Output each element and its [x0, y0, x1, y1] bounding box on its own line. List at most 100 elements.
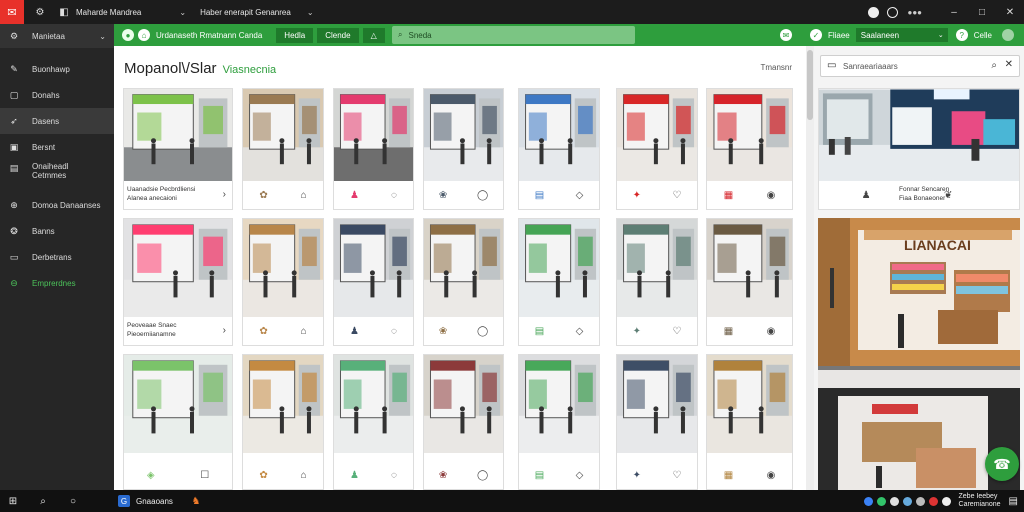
favorite-icon[interactable]: ⌂	[301, 326, 307, 337]
favorite-icon[interactable]: ☐	[200, 470, 209, 481]
image-card[interactable]: ▤ ◇	[518, 218, 600, 346]
sidebar-item-header[interactable]: ⚙ Manietaa ⌄	[0, 24, 114, 48]
view-select[interactable]: Saalaneen ⌄	[855, 28, 948, 42]
toolbar-right-label-2[interactable]: Celle	[974, 31, 992, 40]
image-card[interactable]: ❀ ◯	[423, 354, 504, 490]
sync-icon[interactable]	[902, 496, 912, 506]
tab-title-1[interactable]: Maharde Mandrea	[76, 8, 141, 17]
favorite-icon[interactable]: ◉	[767, 190, 776, 201]
favorite-icon[interactable]: ◇	[576, 326, 584, 337]
app-logo[interactable]: ✉	[0, 0, 24, 24]
close-icon[interactable]: ✕	[996, 7, 1024, 18]
image-card[interactable]: ♟ ◌	[333, 218, 414, 346]
favorite-icon[interactable]: ♡	[672, 326, 681, 337]
tab-title-2[interactable]: Haber enerapit Genanrea	[200, 8, 291, 17]
image-card[interactable]: ◈ ☐	[123, 354, 233, 490]
image-card[interactable]: ♟ ◌	[333, 88, 414, 210]
avatar[interactable]	[1002, 29, 1014, 41]
image-card[interactable]: ✿ ⌂	[242, 218, 324, 346]
close-icon[interactable]: ✕	[1005, 59, 1013, 70]
record-icon[interactable]	[867, 6, 879, 18]
favorite-icon[interactable]: ◉	[767, 470, 776, 481]
windows-start-icon[interactable]: ⊞	[6, 494, 20, 508]
chevron-down-icon[interactable]: ⌄	[179, 8, 186, 17]
image-card[interactable]: ▤ ◇	[518, 354, 600, 490]
chevron-down-icon[interactable]: ⌄	[99, 32, 106, 41]
check-icon[interactable]: ✓	[809, 29, 822, 41]
image-card[interactable]: ✦ ♡	[616, 354, 698, 490]
image-card[interactable]: ▦ ◉	[706, 218, 793, 346]
scrollbar[interactable]	[806, 46, 814, 490]
maximize-icon[interactable]: □	[968, 7, 996, 18]
image-card[interactable]: ✿ ⌂	[242, 88, 324, 210]
alert-icon[interactable]	[928, 496, 938, 506]
favorite-icon[interactable]: ◌	[391, 190, 397, 201]
help-icon[interactable]: ?	[955, 29, 968, 41]
minimize-icon[interactable]: –	[940, 7, 968, 18]
image-card[interactable]: ✿ ⌂	[242, 354, 324, 490]
favorite-icon[interactable]: ◌	[391, 470, 397, 481]
image-card[interactable]: ✦ ♡	[616, 88, 698, 210]
image-card[interactable]: ❀ ◯	[423, 88, 504, 210]
sidebar-item[interactable]: ⊖ Emprerdnes	[0, 270, 114, 296]
favorite-icon[interactable]: ◯	[477, 326, 488, 337]
search-icon[interactable]: ⌕	[36, 494, 50, 508]
sidebar-item[interactable]: ▭ Derbetrans	[0, 244, 114, 270]
image-card[interactable]: ❀ ◯	[423, 218, 504, 346]
network-icon[interactable]	[863, 496, 873, 506]
fox-icon[interactable]: ♞	[189, 494, 203, 508]
notification-icon[interactable]: ▤	[1009, 496, 1018, 507]
favorite-icon[interactable]: ♡	[672, 470, 681, 481]
panel-search-input[interactable]: ▭ Sanraeariaaars ⌕ ✕	[820, 55, 1020, 77]
image-card[interactable]: ♟ ◌	[333, 354, 414, 490]
search-input[interactable]: ⌕ Sneda	[392, 26, 635, 44]
image-card[interactable]: ▦ ◉	[706, 88, 793, 210]
favorite-icon[interactable]: ⌂	[301, 470, 307, 481]
bookmark-icon[interactable]: ◧	[58, 6, 70, 18]
toolbar-button-2[interactable]: Clende	[317, 27, 359, 43]
sidebar-item[interactable]: ▤ Onaiheadl Cetmmes	[0, 160, 114, 184]
sidebar-item[interactable]: ▢ Donahs	[0, 82, 114, 108]
chevron-right-icon[interactable]: ›	[223, 189, 226, 200]
image-card[interactable]: Uaanadsie Pecbrdliensi Alanea anecaioni ›	[123, 88, 233, 210]
chevron-down-icon[interactable]: ⌄	[307, 8, 314, 17]
toolbar-right-label[interactable]: Fliaee	[828, 31, 850, 40]
chat-icon[interactable]: ✉	[779, 29, 792, 41]
sidebar-item[interactable]: ✎ Buonhawp	[0, 56, 114, 82]
home-icon[interactable]: ⌂	[138, 29, 150, 41]
image-card[interactable]: ✦ ♡	[616, 218, 698, 346]
green-icon[interactable]	[876, 496, 886, 506]
battery-icon[interactable]	[941, 496, 951, 506]
user-name[interactable]: ●●●	[908, 8, 923, 17]
favorite-icon[interactable]: ◯	[477, 470, 488, 481]
taskbar-app[interactable]: G Gnaaoans	[118, 495, 173, 507]
sidebar-item[interactable]: ⊕ Domoa Danaanses	[0, 192, 114, 218]
favorite-icon[interactable]: ◇	[576, 470, 584, 481]
clock-icon[interactable]	[886, 6, 898, 18]
favorite-icon[interactable]: ⌂	[301, 190, 307, 201]
favorite-icon[interactable]: ◯	[477, 190, 488, 201]
triangle-button[interactable]: △	[362, 27, 385, 43]
toolbar-button-1[interactable]: Hedla	[276, 27, 314, 43]
image-card[interactable]: ▦ ◉	[706, 354, 793, 490]
favorite-icon[interactable]: ♡	[672, 190, 681, 201]
search-icon[interactable]: ⌕	[991, 60, 997, 71]
wifi-icon[interactable]	[889, 496, 899, 506]
cortana-icon[interactable]: ○	[66, 494, 80, 508]
volume-icon[interactable]	[915, 496, 925, 506]
image-card[interactable]: ▤ ◇	[518, 88, 600, 210]
chevron-right-icon[interactable]: ›	[223, 325, 226, 336]
image-card[interactable]: Peoveaae Snaec Pieoerniianamne ›	[123, 218, 233, 346]
sidebar-item[interactable]: ▣ Bersnt	[0, 134, 114, 160]
leaf-icon[interactable]: ●	[122, 29, 134, 41]
favorite-icon[interactable]: ◇	[576, 190, 584, 201]
preview-card-1[interactable]: ♟ ❦ Fonnar Sencaren Fiaa Bonaeoner	[818, 88, 1020, 210]
scrollbar-thumb[interactable]	[807, 50, 813, 120]
favorite-icon[interactable]: ◌	[391, 326, 397, 337]
preview-card-2[interactable]: LIANACAI	[818, 218, 1020, 490]
sidebar-item-active[interactable]: ➶ Dasens	[0, 108, 114, 134]
favorite-icon[interactable]: ◉	[767, 326, 776, 337]
chat-fab-button[interactable]: ☎	[985, 447, 1019, 481]
settings-icon[interactable]: ⚙	[34, 6, 46, 18]
sidebar-item[interactable]: ❂ Banns	[0, 218, 114, 244]
